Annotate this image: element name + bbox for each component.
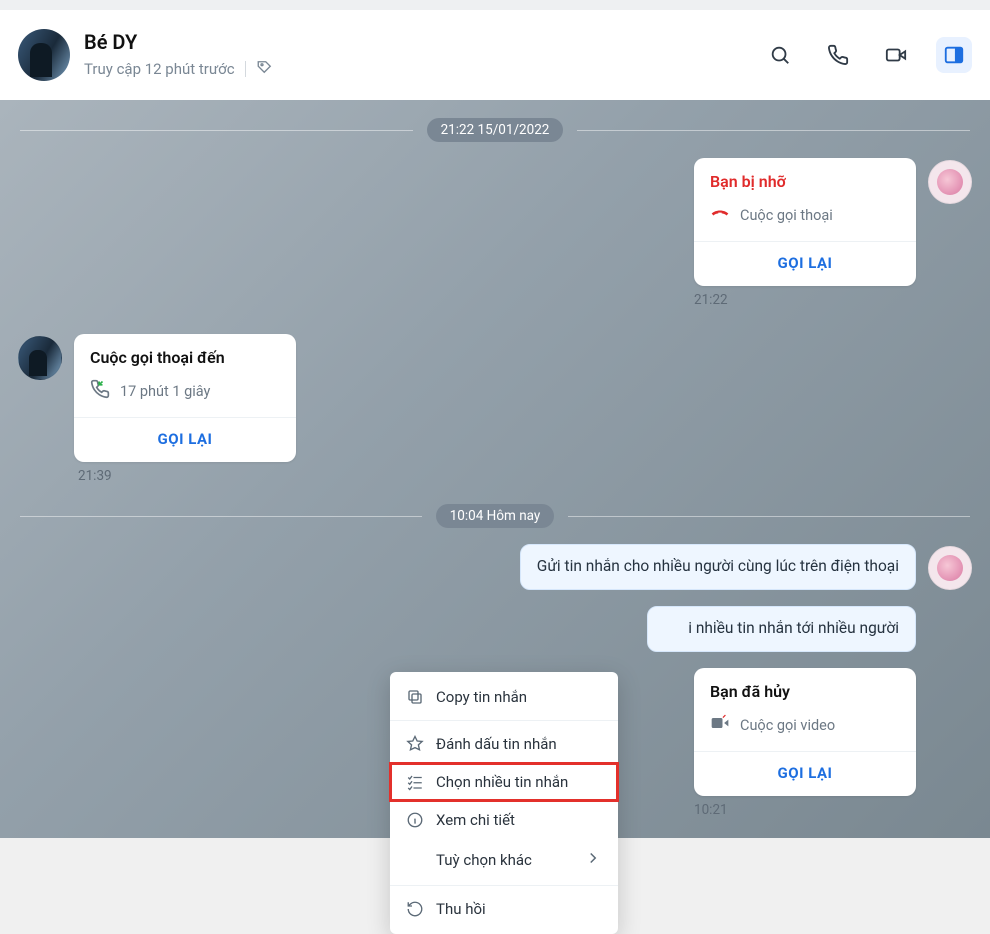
- call-back-button[interactable]: GỌI LẠI: [90, 418, 280, 452]
- ctx-more-options[interactable]: Tuỳ chọn khác: [390, 839, 618, 881]
- call-subtitle: Cuộc gọi thoại: [740, 207, 833, 224]
- sub-separator: [245, 61, 246, 77]
- ctx-label: Copy tin nhắn: [436, 688, 527, 706]
- message-time: 21:22: [694, 286, 728, 308]
- divider-line: [20, 130, 413, 131]
- ctx-label: Tuỳ chọn khác: [436, 851, 532, 869]
- checklist-icon: [406, 773, 424, 791]
- ctx-recall[interactable]: Thu hồi: [390, 890, 618, 928]
- message-row-left: Cuộc gọi thoại đến 17 phút 1 giây GỌI LẠ…: [0, 328, 990, 464]
- contact-avatar[interactable]: [18, 29, 70, 81]
- call-subtitle: Cuộc gọi video: [740, 717, 835, 734]
- window-top-strip: [0, 0, 990, 10]
- sender-avatar[interactable]: [928, 546, 972, 590]
- ctx-copy[interactable]: Copy tin nhắn: [390, 678, 618, 716]
- chat-header: Bé DY Truy cập 12 phút trước: [0, 10, 990, 100]
- ctx-label: Thu hồi: [436, 900, 486, 918]
- message-bubble[interactable]: i nhiều tin nhắn tới nhiều người: [647, 606, 916, 652]
- video-call-icon: [710, 713, 730, 737]
- call-back-button[interactable]: GỌI LẠI: [710, 752, 900, 786]
- search-button[interactable]: [762, 37, 798, 73]
- copy-icon: [406, 688, 424, 706]
- ctx-separator: [390, 720, 618, 721]
- recall-icon: [406, 900, 424, 918]
- info-icon: [406, 811, 424, 829]
- ctx-label: Đánh dấu tin nhắn: [436, 735, 557, 753]
- ctx-select-multiple[interactable]: Chọn nhiều tin nhắn: [390, 763, 618, 801]
- divider-line: [20, 516, 422, 517]
- message-row-right: i nhiều tin nhắn tới nhiều người: [0, 600, 990, 654]
- call-title: Cuộc gọi thoại đến: [90, 348, 280, 367]
- divider-line: [568, 516, 970, 517]
- chevron-right-icon: [584, 849, 602, 871]
- call-subtitle-row: Cuộc gọi thoại: [710, 203, 900, 227]
- last-seen-text: Truy cập 12 phút trước: [84, 60, 235, 78]
- context-menu: Copy tin nhắn Đánh dấu tin nhắn Chọn nhi…: [390, 672, 618, 934]
- ctx-star[interactable]: Đánh dấu tin nhắn: [390, 725, 618, 763]
- ctx-detail[interactable]: Xem chi tiết: [390, 801, 618, 839]
- contact-subline: Truy cập 12 phút trước: [84, 58, 748, 80]
- header-actions: [762, 37, 972, 73]
- ctx-separator: [390, 885, 618, 886]
- chat-area: 21:22 15/01/2022 Bạn bị nhỡ Cuộc gọi tho…: [0, 100, 990, 838]
- date-divider: 21:22 15/01/2022: [0, 108, 990, 152]
- message-time: 21:39: [0, 464, 990, 494]
- sender-avatar[interactable]: [18, 336, 62, 380]
- call-back-button[interactable]: GỌI LẠI: [710, 242, 900, 276]
- video-call-button[interactable]: [878, 37, 914, 73]
- star-icon: [406, 735, 424, 753]
- contact-name: Bé DY: [84, 30, 748, 54]
- call-subtitle-row: 17 phút 1 giây: [90, 379, 280, 403]
- header-titles: Bé DY Truy cập 12 phút trước: [84, 30, 748, 80]
- message-time: 10:21: [694, 796, 728, 818]
- cancelled-call-card[interactable]: Bạn đã hủy Cuộc gọi video GỌI LẠI: [694, 668, 916, 796]
- message-bubble[interactable]: Gửi tin nhắn cho nhiều người cùng lúc tr…: [520, 544, 916, 590]
- message-row-right: Gửi tin nhắn cho nhiều người cùng lúc tr…: [0, 538, 990, 592]
- call-title: Bạn đã hủy: [710, 682, 900, 701]
- date-pill: 21:22 15/01/2022: [427, 118, 564, 142]
- message-row-right: Bạn bị nhỡ Cuộc gọi thoại GỌI LẠI 21:22: [0, 152, 990, 310]
- tag-icon[interactable]: [256, 58, 274, 80]
- incoming-call-card[interactable]: Cuộc gọi thoại đến 17 phút 1 giây GỌI LẠ…: [74, 334, 296, 462]
- voice-call-button[interactable]: [820, 37, 856, 73]
- sender-avatar[interactable]: [928, 160, 972, 204]
- call-subtitle: 17 phút 1 giây: [120, 383, 210, 400]
- ctx-label: Xem chi tiết: [436, 811, 515, 829]
- call-subtitle-row: Cuộc gọi video: [710, 713, 900, 737]
- divider-line: [577, 130, 970, 131]
- call-title: Bạn bị nhỡ: [710, 172, 900, 191]
- ctx-label: Chọn nhiều tin nhắn: [436, 773, 568, 791]
- incoming-call-icon: [90, 379, 110, 403]
- missed-call-card[interactable]: Bạn bị nhỡ Cuộc gọi thoại GỌI LẠI: [694, 158, 916, 286]
- sidebar-toggle-button[interactable]: [936, 37, 972, 73]
- date-pill: 10:04 Hôm nay: [436, 504, 555, 528]
- date-divider: 10:04 Hôm nay: [0, 494, 990, 538]
- missed-call-icon: [710, 203, 730, 227]
